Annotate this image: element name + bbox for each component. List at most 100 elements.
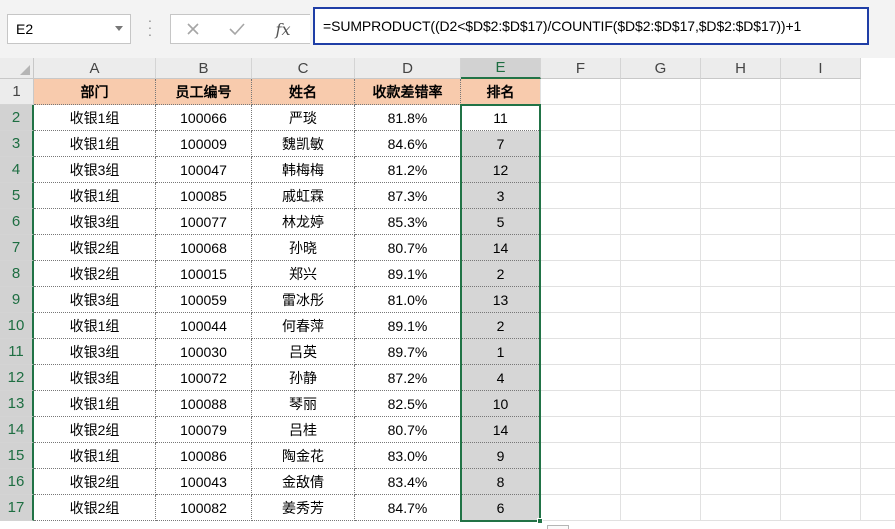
select-all-button[interactable]	[0, 58, 34, 79]
row-header-7[interactable]: 7	[0, 235, 34, 261]
row-header-3[interactable]: 3	[0, 131, 34, 157]
row-header-4[interactable]: 4	[0, 157, 34, 183]
table-cell-a7[interactable]: 收银2组	[34, 235, 156, 261]
table-cell-a16[interactable]: 收银2组	[34, 469, 156, 495]
header-cell-d[interactable]: 收款差错率	[355, 79, 461, 105]
table-cell-d14[interactable]: 80.7%	[355, 417, 461, 443]
column-header-d[interactable]: D	[355, 58, 461, 79]
table-cell-e7[interactable]: 14	[461, 235, 541, 261]
table-cell-a4[interactable]: 收银3组	[34, 157, 156, 183]
table-cell-b9[interactable]: 100059	[156, 287, 252, 313]
table-cell-a11[interactable]: 收银3组	[34, 339, 156, 365]
table-cell-d7[interactable]: 80.7%	[355, 235, 461, 261]
table-cell-b7[interactable]: 100068	[156, 235, 252, 261]
table-cell-c10[interactable]: 何春萍	[252, 313, 355, 339]
table-cell-e5[interactable]: 3	[461, 183, 541, 209]
table-cell-a2[interactable]: 收银1组	[34, 105, 156, 131]
table-cell-e12[interactable]: 4	[461, 365, 541, 391]
table-cell-d8[interactable]: 89.1%	[355, 261, 461, 287]
table-cell-e8[interactable]: 2	[461, 261, 541, 287]
row-header-16[interactable]: 16	[0, 469, 34, 495]
table-cell-d15[interactable]: 83.0%	[355, 443, 461, 469]
row-header-12[interactable]: 12	[0, 365, 34, 391]
header-cell-c[interactable]: 姓名	[252, 79, 355, 105]
fill-handle[interactable]	[537, 518, 543, 524]
table-cell-d2[interactable]: 81.8%	[355, 105, 461, 131]
table-cell-d17[interactable]: 84.7%	[355, 495, 461, 521]
table-cell-d5[interactable]: 87.3%	[355, 183, 461, 209]
table-cell-b11[interactable]: 100030	[156, 339, 252, 365]
table-cell-e14[interactable]: 14	[461, 417, 541, 443]
table-cell-a14[interactable]: 收银2组	[34, 417, 156, 443]
table-cell-d10[interactable]: 89.1%	[355, 313, 461, 339]
table-cell-d6[interactable]: 85.3%	[355, 209, 461, 235]
column-header-i[interactable]: I	[781, 58, 861, 79]
table-cell-b12[interactable]: 100072	[156, 365, 252, 391]
table-cell-b2[interactable]: 100066	[156, 105, 252, 131]
table-cell-c16[interactable]: 金敌倩	[252, 469, 355, 495]
table-cell-e16[interactable]: 8	[461, 469, 541, 495]
table-cell-b8[interactable]: 100015	[156, 261, 252, 287]
header-cell-a[interactable]: 部门	[34, 79, 156, 105]
table-cell-c2[interactable]: 严琰	[252, 105, 355, 131]
table-cell-c3[interactable]: 魏凯敏	[252, 131, 355, 157]
chevron-down-icon[interactable]	[115, 26, 123, 31]
table-cell-d9[interactable]: 81.0%	[355, 287, 461, 313]
table-cell-c9[interactable]: 雷冰彤	[252, 287, 355, 313]
table-cell-c4[interactable]: 韩梅梅	[252, 157, 355, 183]
table-cell-a13[interactable]: 收银1组	[34, 391, 156, 417]
row-header-9[interactable]: 9	[0, 287, 34, 313]
table-cell-b16[interactable]: 100043	[156, 469, 252, 495]
table-cell-e15[interactable]: 9	[461, 443, 541, 469]
column-header-b[interactable]: B	[156, 58, 252, 79]
table-cell-c8[interactable]: 郑兴	[252, 261, 355, 287]
formula-input[interactable]: =SUMPRODUCT((D2<$D$2:$D$17)/COUNTIF($D$2…	[313, 7, 869, 45]
paste-options-icon[interactable]	[547, 525, 569, 529]
table-cell-e6[interactable]: 5	[461, 209, 541, 235]
table-cell-d4[interactable]: 81.2%	[355, 157, 461, 183]
table-cell-b15[interactable]: 100086	[156, 443, 252, 469]
row-header-6[interactable]: 6	[0, 209, 34, 235]
column-header-a[interactable]: A	[34, 58, 156, 79]
table-cell-a10[interactable]: 收银1组	[34, 313, 156, 339]
column-header-e[interactable]: E	[461, 58, 541, 79]
table-cell-a5[interactable]: 收银1组	[34, 183, 156, 209]
table-cell-e2[interactable]: 11	[461, 105, 541, 131]
table-cell-d11[interactable]: 89.7%	[355, 339, 461, 365]
table-cell-a17[interactable]: 收银2组	[34, 495, 156, 521]
table-cell-e17[interactable]: 6	[461, 495, 541, 521]
table-cell-d12[interactable]: 87.2%	[355, 365, 461, 391]
row-header-11[interactable]: 11	[0, 339, 34, 365]
table-cell-b6[interactable]: 100077	[156, 209, 252, 235]
table-cell-b17[interactable]: 100082	[156, 495, 252, 521]
row-header-14[interactable]: 14	[0, 417, 34, 443]
table-cell-d16[interactable]: 83.4%	[355, 469, 461, 495]
table-cell-c17[interactable]: 姜秀芳	[252, 495, 355, 521]
table-cell-c12[interactable]: 孙静	[252, 365, 355, 391]
row-header-8[interactable]: 8	[0, 261, 34, 287]
table-cell-e13[interactable]: 10	[461, 391, 541, 417]
table-cell-a3[interactable]: 收银1组	[34, 131, 156, 157]
table-cell-a15[interactable]: 收银1组	[34, 443, 156, 469]
column-header-h[interactable]: H	[701, 58, 781, 79]
table-cell-a9[interactable]: 收银3组	[34, 287, 156, 313]
table-cell-c6[interactable]: 林龙婷	[252, 209, 355, 235]
table-cell-b5[interactable]: 100085	[156, 183, 252, 209]
table-cell-e10[interactable]: 2	[461, 313, 541, 339]
table-cell-c15[interactable]: 陶金花	[252, 443, 355, 469]
table-cell-b4[interactable]: 100047	[156, 157, 252, 183]
table-cell-c5[interactable]: 戚虹霖	[252, 183, 355, 209]
column-header-f[interactable]: F	[541, 58, 621, 79]
table-cell-a8[interactable]: 收银2组	[34, 261, 156, 287]
row-header-13[interactable]: 13	[0, 391, 34, 417]
table-cell-c13[interactable]: 琴丽	[252, 391, 355, 417]
row-header-17[interactable]: 17	[0, 495, 34, 521]
table-cell-b3[interactable]: 100009	[156, 131, 252, 157]
check-icon[interactable]	[225, 15, 249, 43]
table-cell-e9[interactable]: 13	[461, 287, 541, 313]
table-cell-b10[interactable]: 100044	[156, 313, 252, 339]
table-cell-e4[interactable]: 12	[461, 157, 541, 183]
table-cell-a12[interactable]: 收银3组	[34, 365, 156, 391]
table-cell-e11[interactable]: 1	[461, 339, 541, 365]
table-cell-b13[interactable]: 100088	[156, 391, 252, 417]
